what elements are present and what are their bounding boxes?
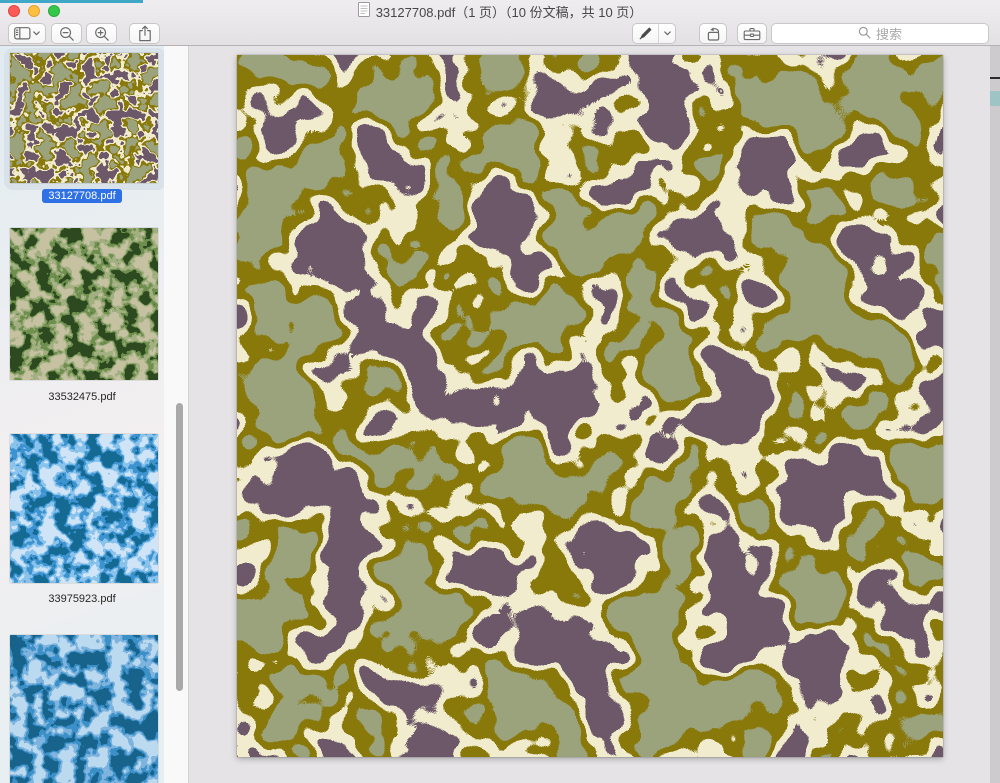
- thumbnail-sidebar: 33127708.pdf 33532475.pdf 33975923.pdf: [0, 46, 189, 783]
- markup-pen-button[interactable]: [633, 24, 658, 43]
- thumbnail-label-2[interactable]: 33532475.pdf: [0, 391, 164, 403]
- document-proxy-icon[interactable]: [358, 2, 370, 20]
- chevron-down-icon: [664, 31, 671, 36]
- thumbnail-page-1[interactable]: [10, 53, 158, 183]
- thumbnail-page-3[interactable]: [10, 434, 158, 583]
- markup-pen-group: [632, 23, 676, 44]
- zoom-out-button[interactable]: [51, 23, 82, 44]
- zoom-in-button[interactable]: [86, 23, 117, 44]
- toolbar: 搜索: [0, 22, 1000, 46]
- sidebar-view-button[interactable]: [8, 23, 46, 44]
- screen-edge-strip: [990, 46, 1000, 783]
- window-title: 33127708.pdf（1 页）（10 份文稿，共 10 页）: [376, 2, 643, 21]
- rotate-left-icon: [705, 26, 722, 42]
- thumbnail-label-3[interactable]: 33975923.pdf: [0, 593, 164, 605]
- rotate-left-button[interactable]: [699, 23, 727, 44]
- sidebar-scrollbar-thumb[interactable]: [176, 403, 183, 691]
- window-content: 33127708.pdf 33532475.pdf 33975923.pdf: [0, 46, 1000, 783]
- share-icon: [138, 25, 152, 42]
- sidebar-scrollbar-track[interactable]: [164, 46, 189, 783]
- search-placeholder: 搜索: [876, 24, 902, 43]
- window-chrome: 33127708.pdf（1 页）（10 份文稿，共 10 页）: [0, 0, 1000, 46]
- zoom-in-icon: [94, 26, 110, 42]
- screen-edge-teal-block: [990, 91, 1000, 106]
- markup-toolbox-button[interactable]: [737, 23, 767, 44]
- document-view-area: [189, 46, 990, 783]
- markup-pen-dropdown[interactable]: [658, 24, 675, 43]
- share-button[interactable]: [129, 23, 160, 44]
- zoom-out-icon: [59, 26, 75, 42]
- top-edge-accent: [0, 0, 143, 3]
- pdf-page-camouflage: [237, 55, 943, 757]
- markup-toolbox-icon: [743, 27, 761, 41]
- preview-window: 33127708.pdf（1 页）（10 份文稿，共 10 页）: [0, 0, 1000, 783]
- window-title-area: 33127708.pdf（1 页）（10 份文稿，共 10 页）: [0, 0, 1000, 22]
- thumbnail-page-4[interactable]: [10, 635, 158, 783]
- sidebar-view-icon: [14, 27, 31, 40]
- thumbnail-page-2[interactable]: [10, 228, 158, 380]
- screen-edge-dark-line: [990, 77, 1000, 79]
- search-input[interactable]: 搜索: [771, 23, 989, 44]
- markup-pen-icon: [638, 26, 653, 41]
- thumbnail-label-1[interactable]: 33127708.pdf: [0, 189, 164, 203]
- chevron-down-icon: [33, 31, 40, 36]
- titlebar[interactable]: 33127708.pdf（1 页）（10 份文稿，共 10 页）: [0, 0, 1000, 22]
- search-icon: [858, 26, 871, 42]
- selected-file-pill[interactable]: 33127708.pdf: [42, 189, 121, 203]
